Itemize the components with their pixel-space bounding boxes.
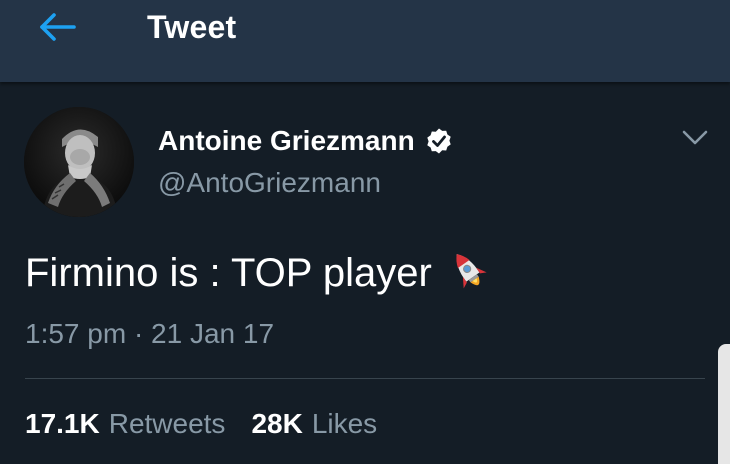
profile-photo xyxy=(24,107,134,217)
rocket-icon xyxy=(456,254,487,289)
likes-stat[interactable]: 28K Likes xyxy=(251,408,377,440)
author-handle[interactable]: @AntoGriezmann xyxy=(158,167,381,199)
back-button[interactable] xyxy=(34,10,80,44)
likes-label: Likes xyxy=(311,408,378,439)
arrow-left-icon xyxy=(40,13,76,41)
tweet-body: Firmino is : TOP player xyxy=(25,248,490,298)
chevron-down-icon xyxy=(682,130,708,145)
retweets-count: 17.1K xyxy=(25,408,100,439)
floating-panel-edge xyxy=(718,344,730,464)
author-name-row[interactable]: Antoine Griezmann xyxy=(158,125,453,157)
retweets-label: Retweets xyxy=(108,408,226,439)
likes-count: 28K xyxy=(251,408,303,439)
top-app-bar: Tweet xyxy=(0,0,730,82)
author-display-name[interactable]: Antoine Griezmann xyxy=(158,125,415,157)
page-title: Tweet xyxy=(147,9,237,45)
tweet-stats: 17.1K Retweets 28K Likes xyxy=(25,408,377,440)
retweets-stat[interactable]: 17.1K Retweets xyxy=(25,408,225,440)
verified-badge-icon xyxy=(427,128,451,154)
tweet-timestamp: 1:57 pm · 21 Jan 17 xyxy=(25,318,275,349)
tweet-text: Firmino is : TOP player xyxy=(25,250,432,295)
divider xyxy=(25,378,705,379)
tweet-menu-button[interactable] xyxy=(680,126,710,150)
avatar[interactable] xyxy=(24,107,134,217)
